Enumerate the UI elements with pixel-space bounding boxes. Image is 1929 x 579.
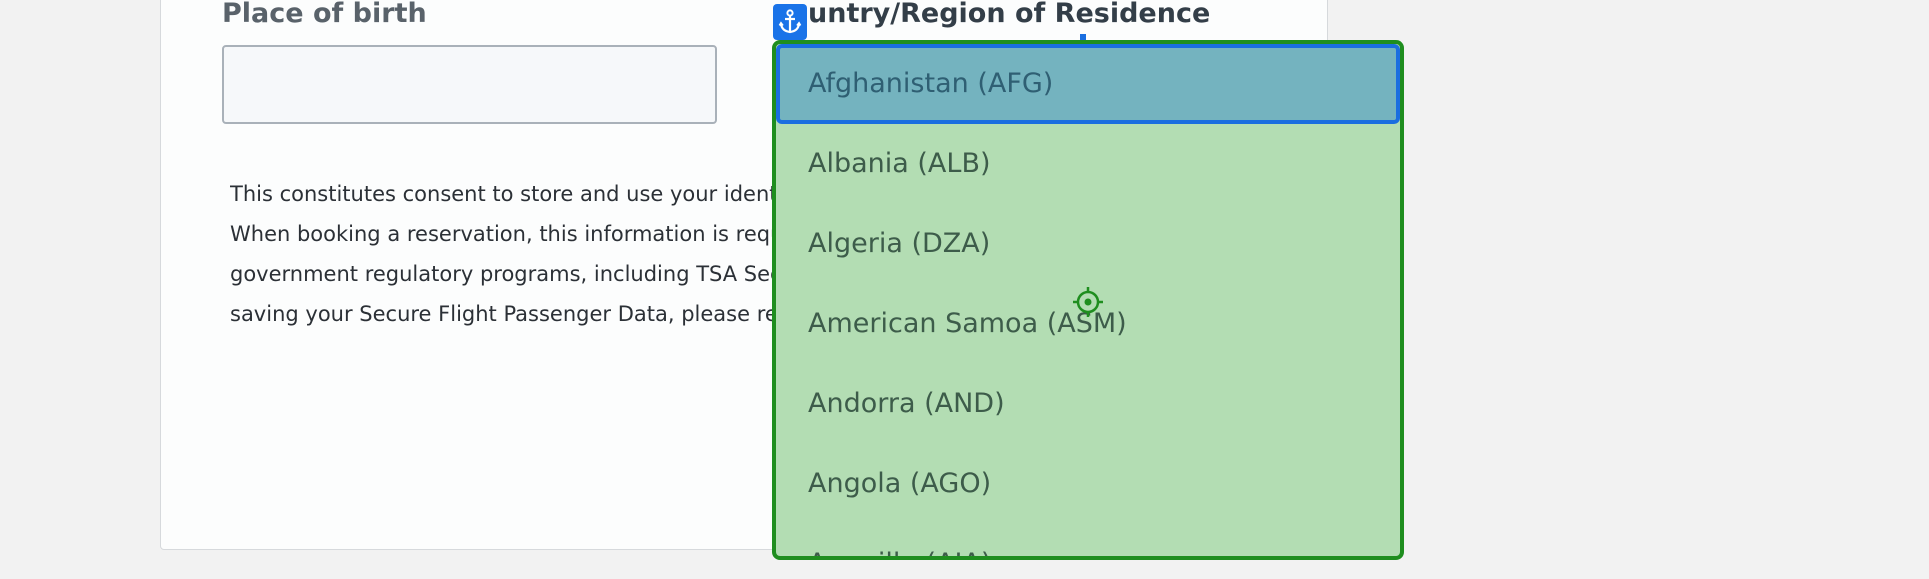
consent-line: saving your Secure Flight Passenger Data… (230, 302, 790, 326)
anchor-icon (773, 4, 807, 40)
dropdown-option[interactable]: Andorra (AND) (776, 364, 1400, 444)
consent-line: government regulatory programs, includin… (230, 262, 782, 286)
dropdown-option-selected[interactable]: Afghanistan (AFG) (776, 44, 1400, 124)
crosshair-target-icon (1073, 287, 1103, 317)
dropdown-option[interactable]: Albania (ALB) (776, 124, 1400, 204)
place-of-birth-label: Place of birth (222, 0, 427, 29)
dropdown-option[interactable]: Algeria (DZA) (776, 204, 1400, 284)
dropdown-option[interactable]: Anguilla (AIA) (776, 524, 1400, 556)
dropdown-option[interactable]: Angola (AGO) (776, 444, 1400, 524)
consent-text: This constitutes consent to store and us… (230, 174, 790, 334)
country-of-residence-label: untry/Region of Residence (808, 0, 1211, 29)
consent-line: When booking a reservation, this informa… (230, 222, 784, 246)
consent-line: This constitutes consent to store and us… (230, 182, 790, 206)
page: Place of birth untry/Region of Residence… (0, 0, 1929, 579)
place-of-birth-input[interactable] (222, 45, 717, 124)
